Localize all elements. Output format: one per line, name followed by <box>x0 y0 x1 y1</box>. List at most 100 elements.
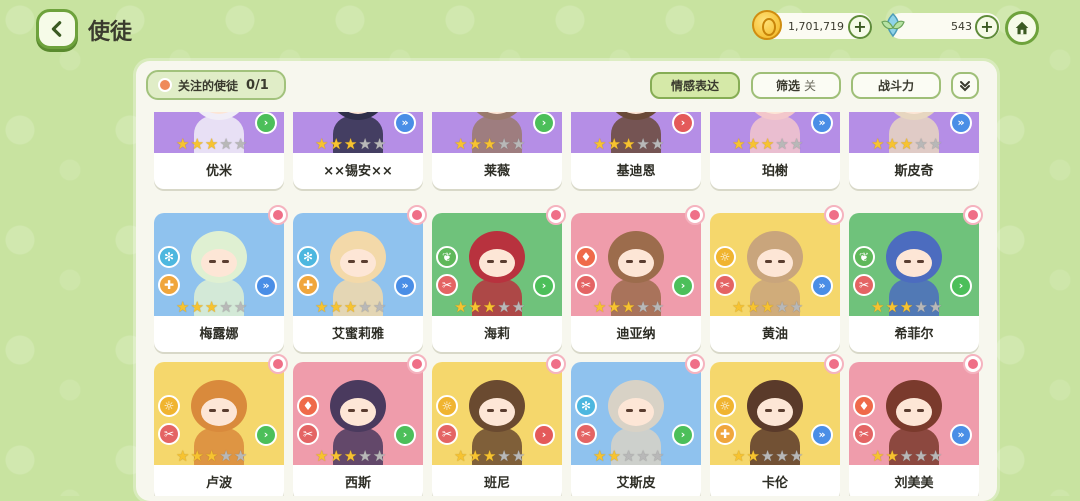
character-eye <box>765 260 772 263</box>
apostle-name: 梅露娜 <box>199 327 239 342</box>
followed-apostles-tag[interactable]: 关注的使徒 0/1 <box>146 70 286 100</box>
back-button[interactable] <box>36 9 78 49</box>
flower-icon[interactable] <box>685 205 705 225</box>
star-empty-icon: ★ <box>511 135 526 153</box>
apostle-portrait: ☼ ✂ › ★ ★ ★ ★ ★ <box>154 362 284 465</box>
apostle-card[interactable]: ✂›★★★★★莱薇 <box>432 112 562 189</box>
flower-icon[interactable] <box>824 205 844 225</box>
star-empty-icon: ★ <box>636 447 650 465</box>
star-rating: ★ ★ ★ ★ ★ <box>315 300 386 315</box>
star-empty-icon: ★ <box>899 447 914 465</box>
apostle-card[interactable]: ✚»★★★★★珀榭 <box>710 112 840 189</box>
coin-icon <box>752 10 782 40</box>
add-gems-button[interactable]: + <box>975 15 999 39</box>
star-empty-icon: ★ <box>358 447 372 465</box>
apostle-portrait: ☼ ✂» ★ ★ ★ ★ ★ <box>710 213 840 316</box>
apostle-card[interactable]: ✻ ✚» ★ ★ ★ ★ ★ 梅露娜 <box>154 205 288 352</box>
star-empty-icon: ★ <box>372 447 387 465</box>
apostle-card[interactable]: ☼ ✚» ★ ★ ★ ★ ★ 卡伦 <box>710 354 844 496</box>
flower-icon[interactable] <box>546 205 566 225</box>
apostle-card[interactable]: ❦ ✂ › ★ ★ ★ ★ ★ 希菲尔 <box>849 205 983 352</box>
star-empty-icon: ★ <box>358 298 372 316</box>
star-filled-icon: ★ <box>760 135 775 153</box>
attack-swords-icon: ✂ <box>853 274 875 296</box>
apostle-name: 斯皮奇 <box>894 164 934 179</box>
apostle-card[interactable]: ✂»★★★★★斯皮奇 <box>849 112 979 189</box>
character-face <box>479 249 515 277</box>
attack-swords-icon: ✂ <box>297 423 319 445</box>
apostle-card[interactable]: ✚›★★★★★优米 <box>154 112 284 189</box>
apostle-portrait: ✂›★★★★★ <box>432 112 562 153</box>
flower-icon[interactable] <box>268 205 288 225</box>
star-filled-icon: ★ <box>732 135 746 153</box>
star-filled-icon: ★ <box>454 298 468 316</box>
star-filled-icon: ★ <box>176 447 190 465</box>
star-filled-icon: ★ <box>885 298 899 316</box>
character-eye <box>222 409 229 412</box>
flower-icon[interactable] <box>407 354 427 374</box>
flower-icon[interactable] <box>546 354 566 374</box>
crystal-icon <box>881 12 905 38</box>
flower-icon[interactable] <box>685 354 705 374</box>
star-filled-icon: ★ <box>343 135 358 153</box>
apostle-card[interactable]: ✻ ✚» ★ ★ ★ ★ ★ 艾蜜莉雅 <box>293 205 427 352</box>
emote-button[interactable]: 情感表达 <box>650 72 740 99</box>
star-empty-icon: ★ <box>650 447 665 465</box>
flower-icon[interactable] <box>824 354 844 374</box>
apostle-portrait: ❦ ✂ › ★ ★ ★ ★ ★ <box>849 213 979 316</box>
chevron-left-icon <box>51 21 62 37</box>
apostle-card[interactable]: ✻ ✂ › ★ ★ ★ ★ ★ 艾斯皮 <box>571 354 705 496</box>
star-rating: ★ ★ ★ ★ ★ <box>176 137 247 152</box>
character-eye <box>348 260 355 263</box>
flower-icon[interactable] <box>963 354 983 374</box>
star-rating: ★ ★ ★ ★ ★ <box>454 300 525 315</box>
flower-icon[interactable] <box>963 205 983 225</box>
character-eye <box>209 260 216 263</box>
star-empty-icon: ★ <box>219 135 233 153</box>
character-eye <box>361 409 368 412</box>
apostle-card[interactable]: ✂»★★★★★××锡安×× <box>293 112 423 189</box>
star-rating: ★ ★ ★ ★ ★ <box>176 300 247 315</box>
star-empty-icon: ★ <box>511 298 526 316</box>
class-arrow-icon: » <box>811 424 833 446</box>
apostle-card[interactable]: ✂›★★★★★基迪恩 <box>571 112 701 189</box>
attack-swords-icon: ✂ <box>575 423 597 445</box>
add-coins-button[interactable]: + <box>848 15 872 39</box>
apostle-card[interactable]: ♦ ✂ › ★ ★ ★ ★ ★ 西斯 <box>293 354 427 496</box>
apostle-name: 海莉 <box>483 327 510 342</box>
class-arrow-icon: » <box>811 275 833 297</box>
apostle-name: 黄油 <box>761 327 788 342</box>
wind-leaf-icon: ❦ <box>436 246 458 268</box>
star-rating: ★ ★ ★ ★ ★ <box>871 300 942 315</box>
home-button[interactable] <box>1005 11 1039 45</box>
apostle-card[interactable]: ♦ ✂» ★ ★ ★ ★ ★ 刘美美 <box>849 354 983 496</box>
star-empty-icon: ★ <box>358 135 372 153</box>
double-chevron-down-icon <box>960 80 970 91</box>
star-filled-icon: ★ <box>871 447 885 465</box>
apostle-card[interactable]: ❦ ✂ › ★ ★ ★ ★ ★ 海莉 <box>432 205 566 352</box>
star-rating: ★ ★ ★ ★ ★ <box>732 300 803 315</box>
star-rating: ★ ★ ★ ★ ★ <box>593 449 664 464</box>
sort-order-button[interactable] <box>951 72 979 99</box>
apostle-card[interactable]: ☼ ✂ › ★ ★ ★ ★ ★ 班尼 <box>432 354 566 496</box>
star-empty-icon: ★ <box>372 298 387 316</box>
apostle-card[interactable]: ♦ ✂ › ★ ★ ★ ★ ★ 迪亚纳 <box>571 205 705 352</box>
filter-button[interactable]: 筛选 关 <box>751 72 841 99</box>
character-eye <box>765 409 772 412</box>
class-arrow-icon: › <box>255 112 277 134</box>
character-eye <box>209 409 216 412</box>
apostle-portrait: ☼ ✂ › ★ ★ ★ ★ ★ <box>432 362 562 465</box>
home-icon <box>1015 21 1029 35</box>
star-filled-icon: ★ <box>746 447 760 465</box>
flower-icon[interactable] <box>407 205 427 225</box>
sort-power-button[interactable]: 战斗力 <box>851 72 941 99</box>
star-rating: ★ ★ ★ ★ ★ <box>732 449 803 464</box>
apostle-card[interactable]: ☼ ✂ › ★ ★ ★ ★ ★ 卢波 <box>154 354 288 496</box>
apostle-portrait: ♦ ✂» ★ ★ ★ ★ ★ <box>849 362 979 465</box>
apostle-name: 迪亚纳 <box>616 327 656 342</box>
apostle-card[interactable]: ☼ ✂» ★ ★ ★ ★ ★ 黄油 <box>710 205 844 352</box>
star-filled-icon: ★ <box>482 447 497 465</box>
star-empty-icon: ★ <box>233 135 248 153</box>
attack-swords-icon: ✂ <box>436 423 458 445</box>
flower-icon[interactable] <box>268 354 288 374</box>
